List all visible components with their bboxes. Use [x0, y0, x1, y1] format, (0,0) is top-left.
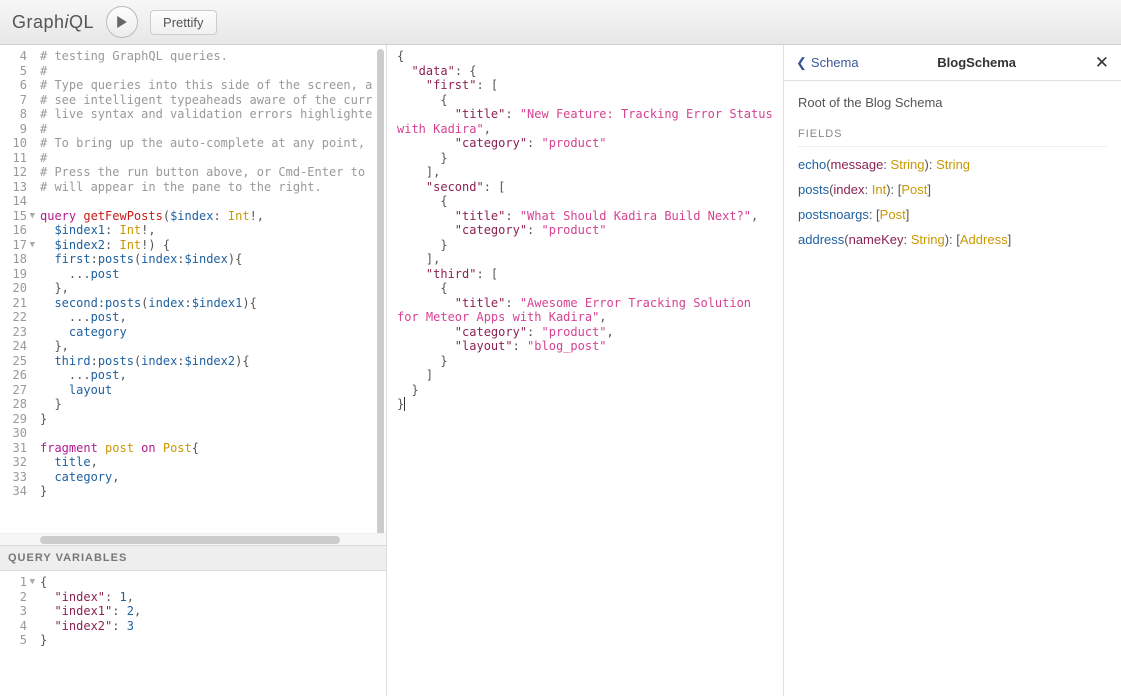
result-pane[interactable]: { "data": { "first": [ { "title": "New F… [387, 45, 784, 696]
docs-description: Root of the Blog Schema [798, 95, 1107, 110]
docs-fields-header: FIELDS [798, 128, 1107, 147]
topbar: GraphiQL Prettify [0, 0, 1121, 45]
run-button[interactable] [106, 6, 138, 38]
chevron-left-icon: ❮ [796, 55, 807, 71]
query-editor[interactable]: 456789101112131415▼1617▼1819202122232425… [0, 45, 386, 533]
query-scrollbar[interactable] [377, 49, 384, 533]
docs-back-link[interactable]: ❮ Schema [796, 55, 859, 71]
query-code[interactable]: # testing GraphQL queries. # # Type quer… [0, 45, 386, 503]
docs-fields-list: echo(message: String): String posts(index… [798, 157, 1107, 247]
query-gutter: 456789101112131415▼1617▼1819202122232425… [0, 45, 33, 499]
docs-field[interactable]: postsnoargs: [Post] [798, 207, 1107, 222]
play-icon [116, 16, 128, 28]
variables-editor[interactable]: 1▼2345 { "index": 1, "index1": 2, "index… [0, 571, 386, 696]
logo: GraphiQL [12, 12, 94, 33]
variables-panel: QUERY VARIABLES 1▼2345 { "index": 1, "in… [0, 545, 386, 696]
variables-gutter: 1▼2345 [0, 571, 33, 648]
variables-code[interactable]: { "index": 1, "index1": 2, "index2": 3 } [0, 571, 386, 652]
docs-header: ❮ Schema BlogSchema ✕ [784, 45, 1121, 81]
docs-field[interactable]: posts(index: Int): [Post] [798, 182, 1107, 197]
docs-field[interactable]: echo(message: String): String [798, 157, 1107, 172]
prettify-button[interactable]: Prettify [150, 10, 216, 35]
query-h-scroll-thumb[interactable] [40, 536, 340, 544]
docs-back-label: Schema [811, 55, 859, 70]
variables-header[interactable]: QUERY VARIABLES [0, 546, 386, 571]
docs-field[interactable]: address(nameKey: String): [Address] [798, 232, 1107, 247]
docs-body: Root of the Blog Schema FIELDS echo(mess… [784, 81, 1121, 271]
main: 456789101112131415▼1617▼1819202122232425… [0, 45, 1121, 696]
editor-column: 456789101112131415▼1617▼1819202122232425… [0, 45, 387, 696]
close-icon[interactable]: ✕ [1095, 53, 1109, 73]
docs-title: BlogSchema [937, 55, 1016, 70]
query-h-scroll-track[interactable] [0, 533, 386, 545]
docs-panel: ❮ Schema BlogSchema ✕ Root of the Blog S… [784, 45, 1121, 696]
result-code: { "data": { "first": [ { "title": "New F… [387, 45, 783, 416]
